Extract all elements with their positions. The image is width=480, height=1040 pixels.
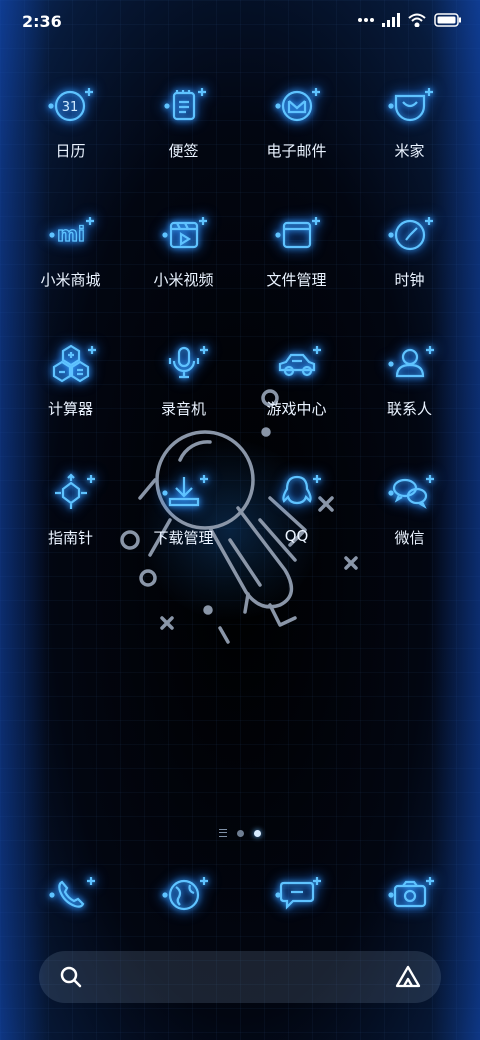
app-label: 指南针 [47, 529, 93, 547]
search-bar[interactable] [39, 951, 441, 1003]
svg-text:mi: mi [57, 222, 85, 246]
battery-icon [434, 13, 461, 27]
app-calculator[interactable]: 计算器 [14, 336, 127, 465]
app-email[interactable]: 电子邮件 [240, 78, 353, 207]
dock-phone[interactable] [14, 858, 127, 928]
qq-penguin-icon [281, 475, 321, 505]
browser-globe-icon [161, 877, 208, 911]
svg-text:31: 31 [61, 100, 78, 115]
status-bar: 2:36 [0, 0, 480, 42]
app-row: 计算器 录音机 游戏中心 联系人 [14, 336, 466, 465]
mi-store-icon: mi [48, 217, 94, 247]
download-icon [161, 475, 208, 507]
page-dot-2-active[interactable] [254, 829, 261, 837]
status-icons [358, 13, 462, 27]
status-time: 2:36 [22, 12, 62, 31]
camera-icon [387, 877, 434, 908]
app-row: 31 日历 便签 电子邮件 米家 [14, 78, 466, 207]
email-icon [274, 88, 320, 122]
dock [14, 858, 466, 928]
dock-browser[interactable] [127, 858, 240, 928]
dock-camera[interactable] [353, 858, 466, 928]
app-label: 录音机 [160, 400, 206, 418]
app-label: 微信 [394, 529, 425, 547]
app-label: 小米商城 [40, 271, 101, 289]
app-label: 日历 [55, 142, 86, 160]
app-row: 指南针 下载管理 QQ 微信 [14, 465, 466, 594]
dots-icon [358, 18, 374, 22]
app-mijia[interactable]: 米家 [353, 78, 466, 207]
app-calendar[interactable]: 31 日历 [14, 78, 127, 207]
app-label: 小米视频 [153, 271, 214, 289]
app-game-center[interactable]: 游戏中心 [240, 336, 353, 465]
wechat-icon [387, 475, 434, 509]
app-contacts[interactable]: 联系人 [353, 336, 466, 465]
app-qq[interactable]: QQ [240, 465, 353, 594]
page-menu-icon[interactable] [219, 829, 227, 837]
calendar-icon: 31 [47, 88, 93, 122]
folder-icon [274, 217, 320, 249]
calculator-icon [52, 344, 96, 383]
app-compass[interactable]: 指南针 [14, 465, 127, 594]
page-indicator [0, 829, 480, 837]
messages-icon [274, 877, 321, 910]
car-icon [278, 346, 321, 377]
person-icon [387, 346, 434, 378]
app-row: mi 小米商城 小米视频 文件管理 时钟 [14, 207, 466, 336]
app-download-manager[interactable]: 下载管理 [127, 465, 240, 594]
app-file-manager[interactable]: 文件管理 [240, 207, 353, 336]
video-icon [161, 217, 207, 249]
app-wechat[interactable]: 微信 [353, 465, 466, 594]
app-label: 时钟 [394, 271, 425, 289]
app-notes[interactable]: 便签 [127, 78, 240, 207]
app-grid: 31 日历 便签 电子邮件 米家 mi 小米商城 小米视频 文件管理 时钟 计算… [14, 78, 466, 594]
microphone-icon [168, 346, 208, 379]
app-label: 米家 [394, 142, 425, 160]
app-label: QQ [284, 527, 309, 545]
signal-icon [382, 13, 400, 27]
app-label: 联系人 [386, 400, 432, 418]
app-label: 计算器 [47, 400, 93, 418]
app-label: 电子邮件 [266, 142, 327, 160]
app-clock[interactable]: 时钟 [353, 207, 466, 336]
clock-icon [387, 217, 433, 251]
app-label: 便签 [168, 142, 199, 160]
mijia-icon [387, 88, 433, 122]
app-label: 下载管理 [153, 529, 214, 547]
notes-icon [163, 88, 206, 121]
phone-icon [48, 877, 95, 908]
compass-icon [54, 473, 95, 509]
app-mi-video[interactable]: 小米视频 [127, 207, 240, 336]
assistant-icon[interactable] [395, 965, 421, 989]
search-icon[interactable] [59, 965, 83, 989]
app-label: 游戏中心 [266, 400, 327, 418]
page-dot-1[interactable] [237, 829, 244, 837]
app-mi-store[interactable]: mi 小米商城 [14, 207, 127, 336]
app-label: 文件管理 [266, 271, 327, 289]
app-recorder[interactable]: 录音机 [127, 336, 240, 465]
wifi-icon [408, 13, 426, 27]
dock-messages[interactable] [240, 858, 353, 928]
